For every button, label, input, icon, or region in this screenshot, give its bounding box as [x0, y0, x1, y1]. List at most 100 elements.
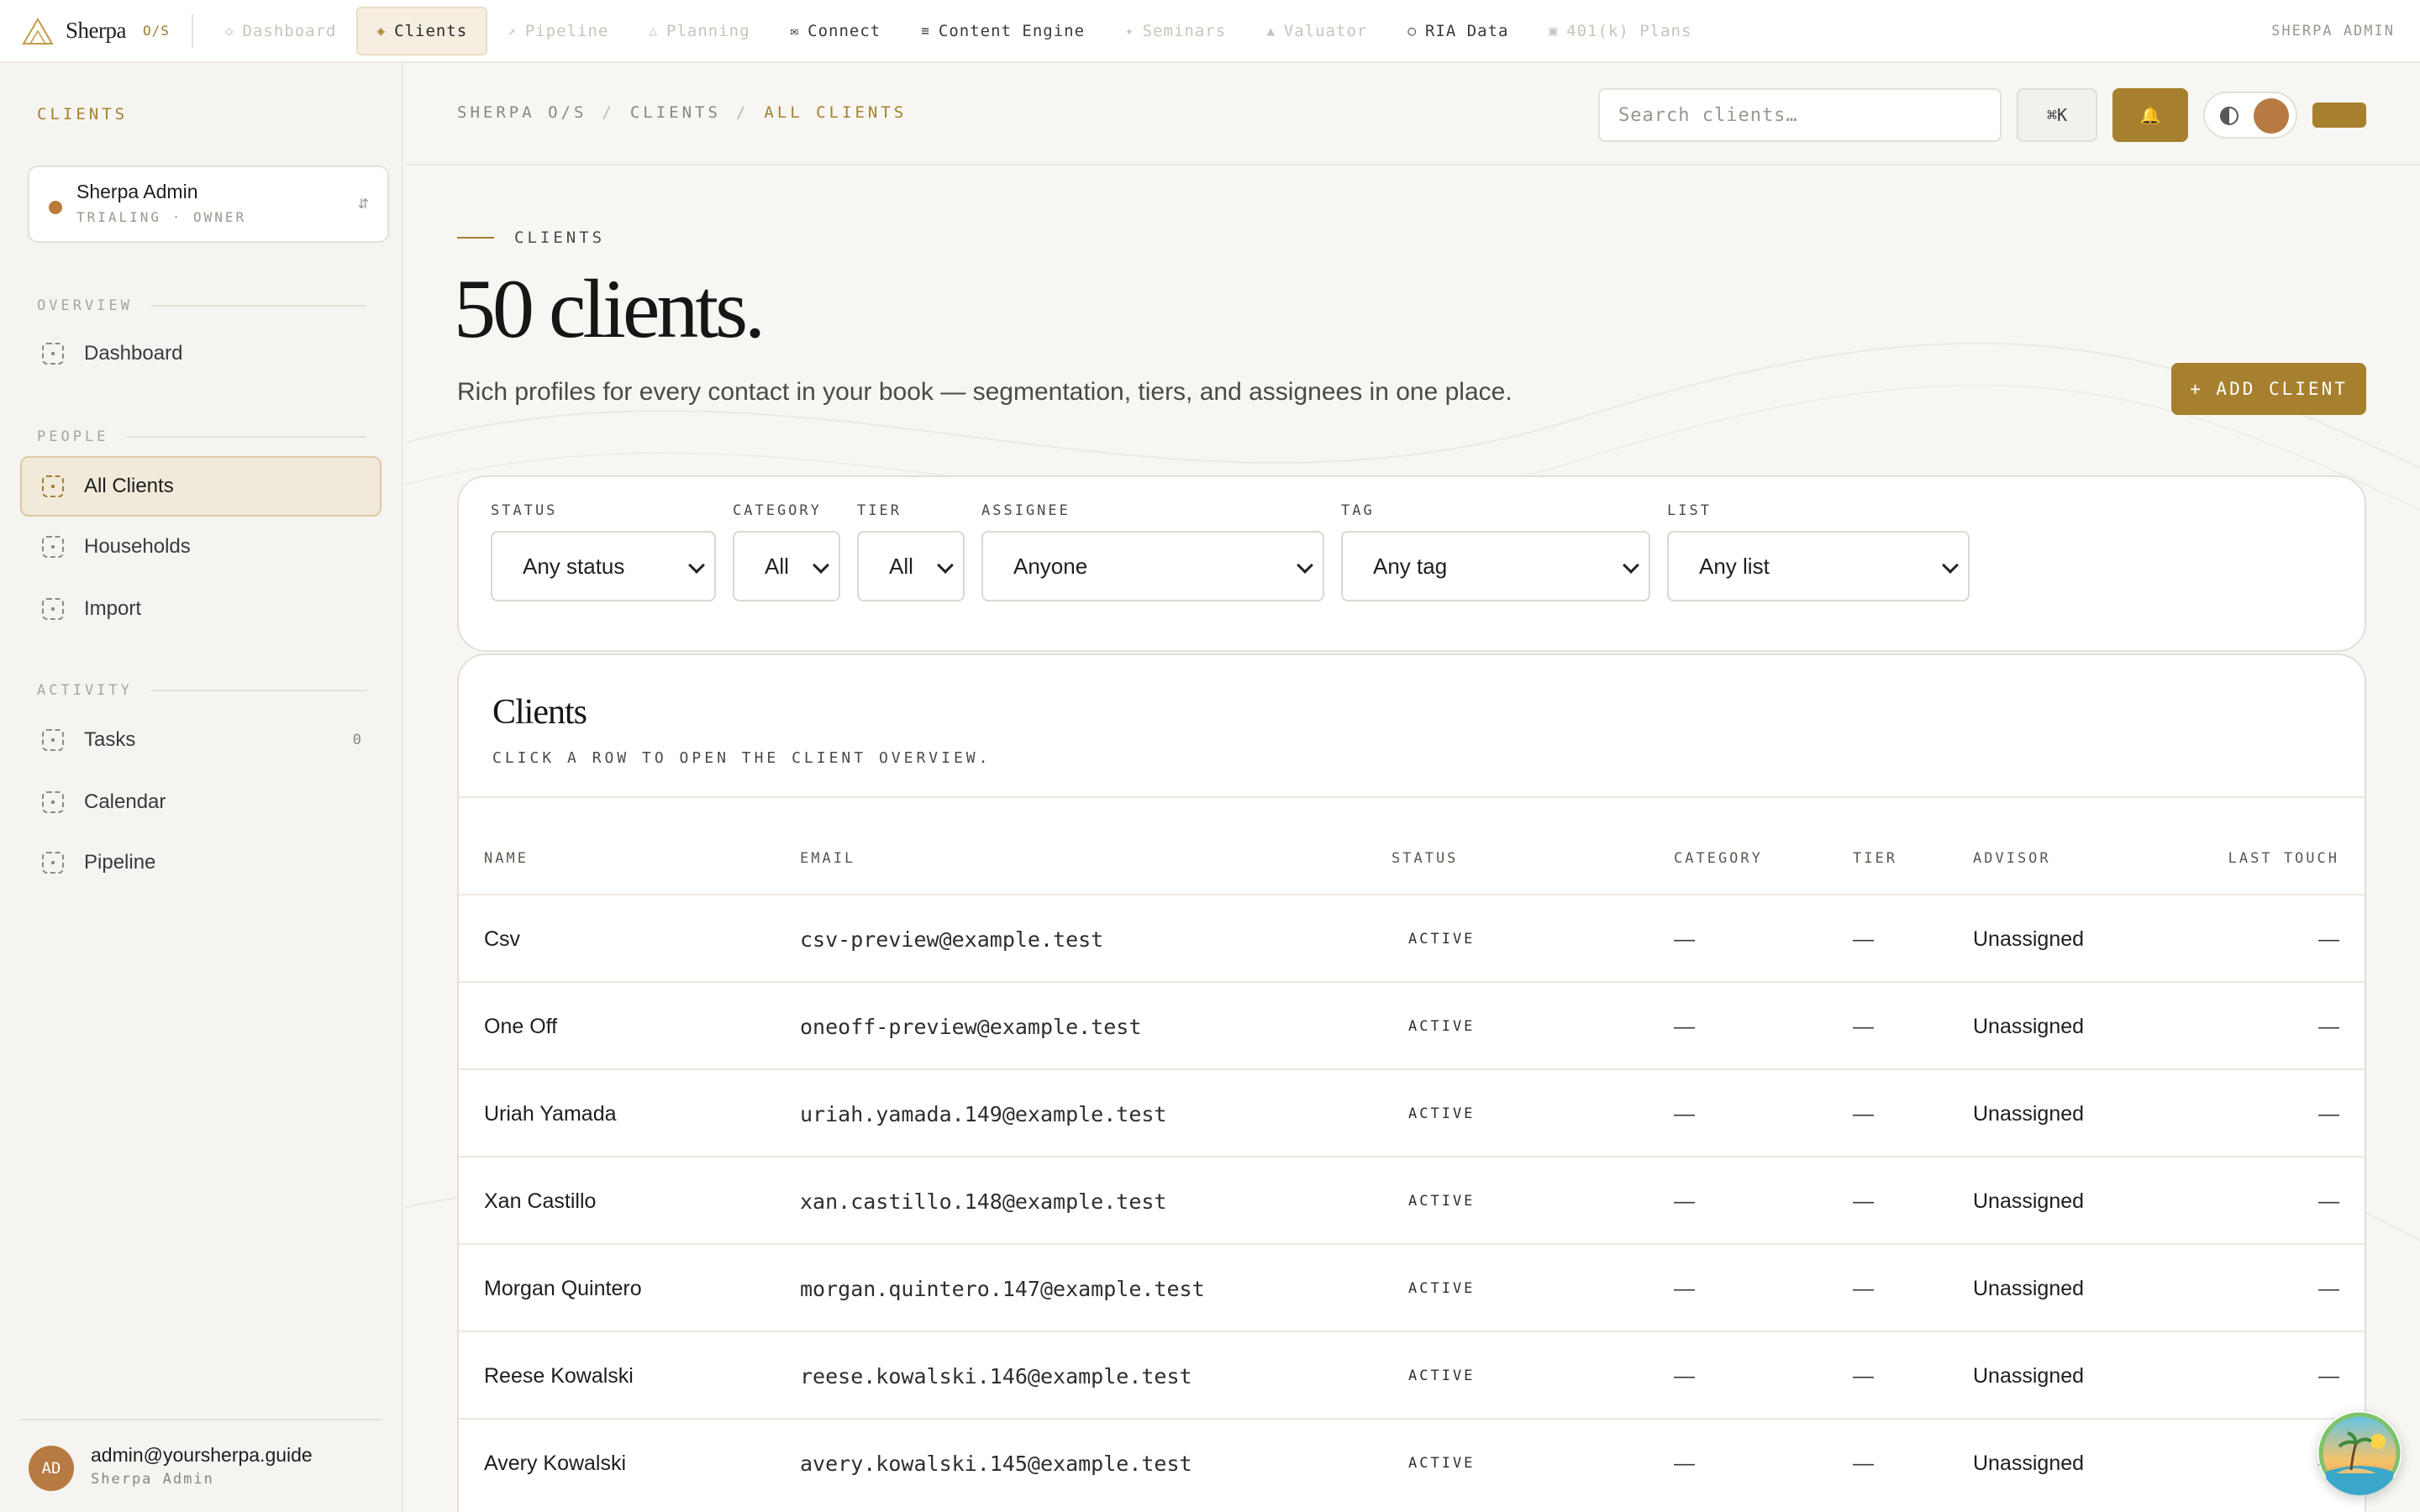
list-select[interactable]: Any list: [1667, 531, 1970, 601]
tag-select[interactable]: Any tag: [1341, 531, 1650, 601]
top-nav-item-pipeline[interactable]: ↗ Pipeline: [487, 7, 629, 55]
notifications-bell-icon[interactable]: 🔔: [2112, 88, 2188, 142]
breadcrumb-item-clients[interactable]: CLIENTS: [630, 103, 721, 122]
cell-name: Reese Kowalski: [484, 1364, 634, 1388]
page-subtitle: Rich profiles for every contact in your …: [457, 378, 1512, 406]
org-status-dot: [49, 201, 62, 214]
add-client-button[interactable]: + ADD CLIENT: [2171, 363, 2366, 415]
table-body: Csv csv-preview@example.test ACTIVE — — Unass…: [459, 894, 2365, 1505]
filter-label: TIER: [857, 502, 902, 519]
command-palette-button[interactable]: ⌘K: [2017, 88, 2097, 142]
column-header-email[interactable]: EMAIL: [800, 850, 855, 867]
filter-label: LIST: [1667, 502, 1712, 519]
top-nav-item-content-engine[interactable]: ≡ Content Engine: [901, 7, 1105, 55]
top-nav-item-401-k-plans[interactable]: ▣ 401(k) Plans: [1529, 7, 1712, 55]
top-navigation-bar: Sherpa O/S ◇ Dashboard ◈ Clients ↗ Pipeline △ P…: [0, 0, 2420, 63]
cell-last-touch: —: [2318, 1364, 2339, 1388]
sidebar: CLIENTS Sherpa Admin TRIALING · OWNER ⇵ …: [0, 63, 403, 1512]
assignee-filter: ASSIGNEE Anyone: [981, 502, 1324, 601]
upgrade-pill-button[interactable]: [2312, 102, 2366, 128]
top-user-name[interactable]: SHERPA ADMIN: [2271, 23, 2420, 39]
table-row[interactable]: Xan Castillo xan.castillo.148@example.tes…: [459, 1156, 2365, 1243]
table-row[interactable]: Uriah Yamada uriah.yamada.149@example.tes…: [459, 1068, 2365, 1156]
nav-label: Planning: [666, 21, 750, 40]
chevron-down-icon: [688, 557, 705, 574]
org-switcher[interactable]: Sherpa Admin TRIALING · OWNER ⇵: [28, 165, 389, 243]
sidebar-item-label: All Clients: [84, 475, 174, 497]
nav-label: Content Engine: [938, 21, 1086, 40]
column-header-advisor[interactable]: ADVISOR: [1973, 850, 2051, 867]
cell-advisor: Unassigned: [1973, 1277, 2085, 1300]
nav-label: Seminars: [1142, 21, 1227, 40]
tasks-count-badge: 0: [352, 732, 361, 748]
column-header-last-touch[interactable]: LAST TOUCH: [2228, 850, 2339, 867]
cell-email: csv-preview@example.test: [800, 927, 1104, 952]
table-row[interactable]: One Off oneoff-preview@example.test ACTIVE…: [459, 981, 2365, 1068]
chevron-down-icon: [1623, 557, 1639, 574]
cell-email: avery.kowalski.145@example.test: [800, 1452, 1192, 1476]
sidebar-item-tasks[interactable]: Tasks 0: [20, 710, 381, 770]
category-select[interactable]: All: [733, 531, 840, 601]
nav-icon: ✦: [1125, 23, 1134, 39]
sidebar-item-label: Calendar: [84, 790, 166, 813]
cell-category: —: [1674, 927, 1695, 951]
top-nav-item-seminars[interactable]: ✦ Seminars: [1105, 7, 1246, 55]
cell-advisor: Unassigned: [1973, 1015, 2085, 1038]
cell-category: —: [1674, 1102, 1695, 1126]
chevron-down-icon: [1942, 557, 1959, 574]
nav-label: Pipeline: [524, 21, 609, 40]
tier-select[interactable]: All: [857, 531, 965, 601]
top-nav-item-valuator[interactable]: ▲ Valuator: [1246, 7, 1387, 55]
column-header-category[interactable]: CATEGORY: [1674, 850, 1763, 867]
cell-status: ACTIVE: [1408, 1018, 1476, 1035]
theme-toggle[interactable]: [2203, 92, 2297, 139]
table-hint: CLICK A ROW TO OPEN THE CLIENT OVERVIEW.: [492, 749, 992, 767]
cell-status: ACTIVE: [1408, 1455, 1476, 1472]
top-nav-item-ria-data[interactable]: ○ RIA Data: [1387, 7, 1528, 55]
top-nav-item-connect[interactable]: ✉ Connect: [771, 7, 902, 55]
table-row[interactable]: Morgan Quintero morgan.quintero.147@examp…: [459, 1243, 2365, 1331]
calendar-icon: [42, 791, 64, 813]
nav-icon: ◇: [224, 23, 234, 39]
status-select[interactable]: Any status: [491, 531, 716, 601]
sidebar-item-households[interactable]: Households: [20, 517, 381, 577]
cell-name: Uriah Yamada: [484, 1102, 617, 1126]
sidebar-item-calendar[interactable]: Calendar: [20, 772, 381, 832]
clients-table-card: Clients CLICK A ROW TO OPEN THE CLIENT O…: [457, 654, 2366, 1512]
sidebar-item-pipeline[interactable]: Pipeline: [20, 832, 381, 893]
list-filter: LIST Any list: [1667, 502, 1970, 601]
eyebrow-rule: [457, 237, 494, 239]
account-menu[interactable]: AD admin@yoursherpa.guide Sherpa Admin: [20, 1419, 381, 1512]
column-header-tier[interactable]: TIER: [1853, 850, 1897, 867]
top-nav-item-planning[interactable]: △ Planning: [629, 7, 770, 55]
sidebar-item-dashboard[interactable]: Dashboard: [20, 323, 381, 384]
sidebar-item-import[interactable]: Import: [20, 579, 381, 639]
assistant-launcher-icon[interactable]: [2317, 1411, 2402, 1495]
cell-tier: —: [1853, 1015, 1874, 1038]
table-row[interactable]: Csv csv-preview@example.test ACTIVE — — Unass…: [459, 894, 2365, 981]
search-input[interactable]: Search clients…: [1598, 88, 2002, 142]
top-nav-item-dashboard[interactable]: ◇ Dashboard: [205, 7, 357, 55]
nav-label: Clients: [394, 21, 468, 40]
cell-tier: —: [1853, 1189, 1874, 1213]
divider: [459, 796, 2365, 798]
nav-label: 401(k) Plans: [1566, 21, 1692, 40]
cell-status: ACTIVE: [1408, 1368, 1476, 1384]
toggle-knob: [2254, 98, 2289, 134]
table-row[interactable]: Reese Kowalski reese.kowalski.146@example…: [459, 1331, 2365, 1418]
tasks-icon: [42, 729, 64, 751]
top-nav-item-clients[interactable]: ◈ Clients: [356, 6, 488, 55]
table-row[interactable]: Avery Kowalski avery.kowalski.145@example…: [459, 1418, 2365, 1505]
cell-advisor: Unassigned: [1973, 1189, 2085, 1213]
breadcrumb-item-sherpa[interactable]: SHERPA O/S: [457, 103, 587, 122]
nav-icon: ▣: [1549, 23, 1559, 39]
cell-advisor: Unassigned: [1973, 1102, 2085, 1126]
brand[interactable]: Sherpa O/S: [0, 0, 170, 62]
dashboard-icon: [42, 343, 64, 365]
sidebar-item-all-clients[interactable]: All Clients: [20, 456, 381, 517]
mountain-logo-icon: [22, 17, 54, 45]
clients-icon: [42, 475, 64, 497]
column-header-name[interactable]: NAME: [484, 850, 529, 867]
column-header-status[interactable]: STATUS: [1392, 850, 1458, 867]
assignee-select[interactable]: Anyone: [981, 531, 1324, 601]
